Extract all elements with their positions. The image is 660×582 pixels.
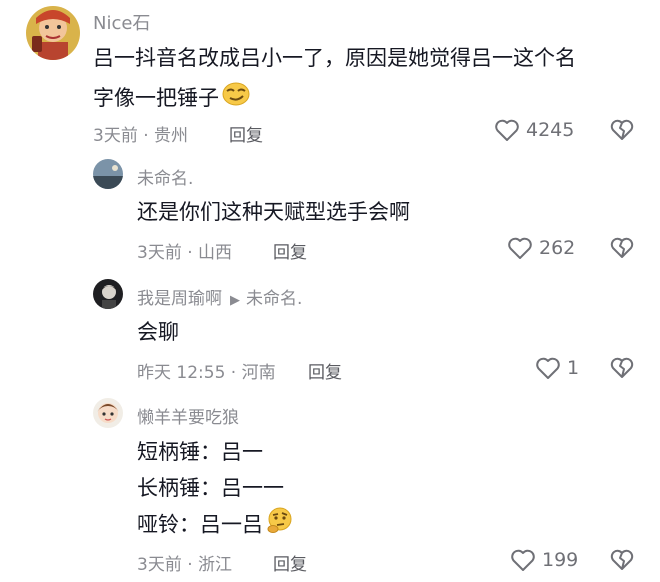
smirk-emoji-icon	[221, 81, 251, 118]
comment-username[interactable]: Nice石	[93, 9, 150, 35]
dislike-button[interactable]	[610, 548, 634, 572]
reply-arrow-icon: ▶	[230, 293, 240, 308]
avatar[interactable]	[93, 159, 123, 189]
comment-text-line: 吕一抖音名改成吕小一了，原因是她觉得吕一这个名	[93, 46, 576, 70]
comment-time-location: 3天前 · 浙江	[137, 555, 233, 575]
heart-outline-icon	[508, 237, 532, 259]
reply-button[interactable]: 回复	[308, 358, 342, 383]
dislike-button[interactable]	[610, 236, 634, 260]
comment-text-line: 会聊	[137, 320, 179, 344]
reply-author[interactable]: 我是周瑜啊	[137, 289, 222, 309]
like-count: 199	[542, 549, 579, 571]
avatar[interactable]	[93, 279, 123, 309]
reply-target[interactable]: 未命名.	[246, 289, 302, 309]
broken-heart-icon	[610, 549, 634, 570]
comment-text-line: 长柄锤：吕一一	[137, 476, 284, 500]
comment-time-location: 昨天 12:55 · 河南	[137, 363, 276, 383]
like-button[interactable]: 1	[535, 356, 579, 380]
comment-text-line: 短柄锤：吕一	[137, 440, 263, 464]
comment-item: 懒羊羊要吃狼 短柄锤：吕一 长柄锤：吕一一 哑铃：吕一吕 3天前 · 浙江 回复…	[0, 392, 660, 582]
heart-outline-icon	[536, 357, 560, 379]
comment-username[interactable]: 未命名.	[137, 164, 193, 189]
reply-button[interactable]: 回复	[273, 550, 307, 575]
thinking-emoji-icon	[265, 506, 295, 545]
broken-heart-icon	[610, 357, 634, 378]
like-count: 4245	[526, 119, 575, 141]
dislike-button[interactable]	[610, 356, 634, 380]
comment-username[interactable]: 我是周瑜啊 ▶ 未命名.	[137, 284, 302, 309]
comment-text-fragment: 哑铃：吕一吕	[137, 512, 263, 537]
comment-time-location: 3天前 · 山西	[137, 243, 233, 263]
dislike-button[interactable]	[610, 118, 634, 142]
comment-item: 我是周瑜啊 ▶ 未命名. 会聊 昨天 12:55 · 河南 回复 1	[0, 272, 660, 392]
comment-item: Nice石 吕一抖音名改成吕小一了，原因是她觉得吕一这个名 字像一把锤子 3天前…	[0, 0, 660, 150]
comment-text-line: 字像一把锤子	[93, 80, 251, 118]
comment-username[interactable]: 懒羊羊要吃狼	[137, 403, 239, 428]
broken-heart-icon	[610, 119, 634, 140]
like-button[interactable]: 262	[507, 236, 575, 260]
like-button[interactable]: 199	[510, 548, 578, 572]
comment-text-fragment: 字像一把锤子	[93, 86, 219, 110]
comment-time-location: 3天前 · 贵州	[93, 126, 189, 146]
avatar[interactable]	[26, 6, 80, 60]
comment-text-line: 哑铃：吕一吕	[137, 506, 295, 545]
heart-outline-icon	[495, 119, 519, 141]
heart-outline-icon	[511, 549, 535, 571]
like-count: 1	[567, 357, 580, 379]
comment-text-line: 还是你们这种天赋型选手会啊	[137, 200, 410, 224]
like-count: 262	[539, 237, 576, 259]
reply-button[interactable]: 回复	[229, 121, 263, 146]
broken-heart-icon	[610, 237, 634, 258]
like-button[interactable]: 4245	[494, 118, 574, 142]
avatar[interactable]	[93, 398, 123, 428]
comment-item: 未命名. 还是你们这种天赋型选手会啊 3天前 · 山西 回复 262	[0, 150, 660, 280]
reply-button[interactable]: 回复	[273, 238, 307, 263]
